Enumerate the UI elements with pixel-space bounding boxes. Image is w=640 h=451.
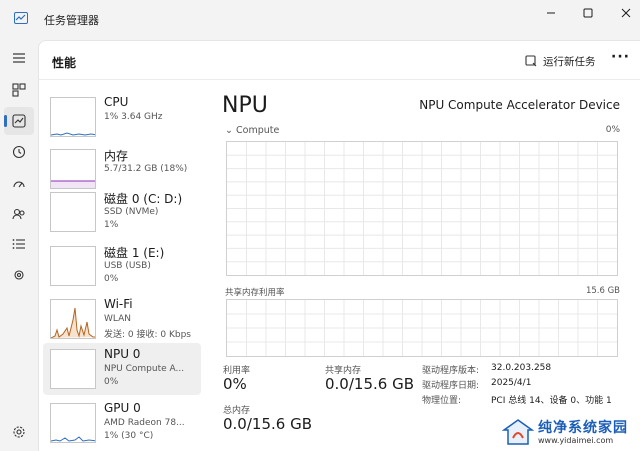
device-item-cpu[interactable]: CPU 1% 3.64 GHz <box>43 91 201 143</box>
device-sub: AMD Radeon 78... <box>104 418 185 428</box>
device-sub2: 1% (30 °C) <box>104 431 154 441</box>
compute-percent: 0% <box>605 125 620 135</box>
watermark-name: 纯净系统家园 <box>538 420 628 436</box>
device-name: NPU 0 <box>104 347 141 361</box>
compute-dropdown[interactable]: ⌄ Compute <box>225 125 279 136</box>
run-task-label: 运行新任务 <box>543 55 596 68</box>
device-item-gpu-0[interactable]: GPU 0 AMD Radeon 78... 1% (30 °C) <box>43 397 201 449</box>
device-name: 磁盘 0 (C: D:) <box>104 192 183 206</box>
nav-performance-icon[interactable] <box>4 107 34 135</box>
page-title: 性能 <box>52 56 77 70</box>
device-name: Wi-Fi <box>104 297 133 311</box>
device-item-disk-1[interactable]: 磁盘 1 (E:) USB (USB) 0% <box>43 240 201 292</box>
driver-date-value: 2025/4/1 <box>491 378 532 388</box>
task-manager-app-icon <box>14 12 28 24</box>
nav-services-icon[interactable] <box>4 261 34 289</box>
header-divider <box>39 79 640 80</box>
nav-details-icon[interactable] <box>4 230 34 258</box>
device-name: 磁盘 1 (E:) <box>104 246 165 260</box>
device-name: 内存 <box>104 149 129 163</box>
run-new-task-button[interactable]: 运行新任务 <box>525 52 596 70</box>
close-button[interactable] <box>603 0 640 26</box>
device-sub2: 0% <box>104 377 119 387</box>
total-memory-value: 0.0/15.6 GB <box>223 415 312 433</box>
device-sub: 1% 3.64 GHz <box>104 112 163 122</box>
gpu-thumbnail-graph <box>50 403 96 443</box>
device-item-npu-0[interactable]: NPU 0 NPU Compute A... 0% <box>43 343 201 395</box>
memory-thumbnail-graph <box>50 149 96 189</box>
driver-version-value: 32.0.203.258 <box>491 363 552 373</box>
cpu-thumbnail-graph <box>50 97 96 137</box>
nav-app-history-icon[interactable] <box>4 138 34 166</box>
device-list: CPU 1% 3.64 GHz 内存 5.7/31.2 GB (18%) 磁盘 … <box>39 87 204 451</box>
chevron-down-icon: ⌄ <box>225 125 233 136</box>
device-item-wifi[interactable]: Wi-Fi WLAN 发送: 0 接收: 0 Kbps <box>43 293 201 345</box>
hamburger-menu-icon[interactable] <box>4 44 34 72</box>
physical-location-key: 物理位置: <box>422 396 462 406</box>
shared-memory-label: 共享内存利用率 <box>225 288 285 298</box>
watermark-url: www.yidaimei.com <box>538 436 614 445</box>
shared-memory-max: 15.6 GB <box>585 286 620 296</box>
nav-users-icon[interactable] <box>4 200 34 228</box>
main-panel: 性能 运行新任务 ··· CPU 1% 3.64 GHz 内存 5.7/31.2… <box>38 40 640 451</box>
device-sub: WLAN <box>104 314 132 324</box>
shared-memory-stat-value: 0.0/15.6 GB <box>325 375 414 393</box>
driver-version-key: 驱动程序版本: <box>422 366 480 376</box>
device-sub: NPU Compute A... <box>104 364 185 374</box>
device-sub: SSD (NVMe) <box>104 207 159 217</box>
device-sub2: 1% <box>104 220 119 230</box>
device-name: CPU <box>104 95 129 109</box>
device-sub: 5.7/31.2 GB (18%) <box>104 164 188 174</box>
compute-graph <box>226 141 618 276</box>
device-item-disk-0[interactable]: 磁盘 0 (C: D:) SSD (NVMe) 1% <box>43 186 201 238</box>
device-name: GPU 0 <box>104 401 141 415</box>
detail-title: NPU <box>222 93 268 118</box>
device-sub2: 0% <box>104 274 119 284</box>
device-sub: USB (USB) <box>104 261 151 271</box>
npu-thumbnail-graph <box>50 349 96 389</box>
disk0-thumbnail-graph <box>50 192 96 232</box>
more-options-button[interactable]: ··· <box>611 49 630 65</box>
run-task-icon <box>525 55 537 67</box>
nav-processes-icon[interactable] <box>4 76 34 104</box>
compute-label: Compute <box>236 125 280 136</box>
physical-location-value: PCI 总线 14、设备 0、功能 1 <box>491 396 612 406</box>
window-title: 任务管理器 <box>44 14 99 27</box>
settings-gear-icon[interactable] <box>4 418 34 446</box>
shared-memory-graph <box>226 299 618 357</box>
wifi-thumbnail-graph <box>50 299 96 339</box>
watermark: 纯净系统家园 www.yidaimei.com <box>498 412 640 451</box>
driver-date-key: 驱动程序日期: <box>422 381 480 391</box>
device-sub2: 发送: 0 接收: 0 Kbps <box>104 330 191 340</box>
nav-startup-icon[interactable] <box>4 170 34 198</box>
disk1-thumbnail-graph <box>50 246 96 286</box>
detail-device-name: NPU Compute Accelerator Device <box>419 98 620 112</box>
watermark-logo-icon <box>502 419 534 445</box>
title-bar: 任务管理器 <box>0 0 640 40</box>
utilization-value: 0% <box>223 375 247 393</box>
